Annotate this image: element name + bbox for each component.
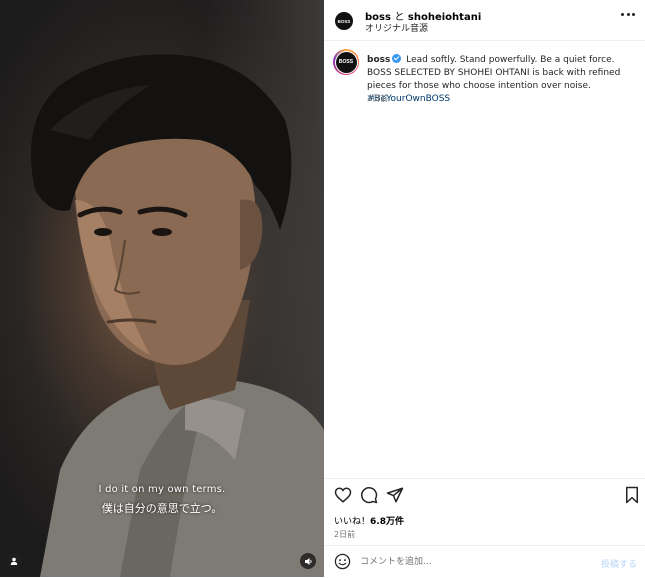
caption-avatar[interactable]: BOSS [333,49,359,75]
post-timestamp: 2日前 [334,530,356,539]
caption-avatar-logo: BOSS [335,51,357,73]
user-tag-button[interactable] [6,553,22,569]
user-tag-icon [10,557,18,565]
audio-link[interactable]: オリジナル音源 [365,21,428,34]
post-caption: boss Lead softly. Stand powerfully. Be a… [367,54,635,106]
likes-count[interactable]: いいね！6.8万件 [334,514,404,527]
actions-divider [324,478,645,479]
emoji-icon[interactable] [334,553,351,570]
more-options-icon[interactable] [621,13,635,19]
caption-username[interactable]: boss [367,55,390,65]
account-avatar[interactable]: BOSS [335,12,353,30]
comment-bar: 投稿する [324,545,645,578]
share-icon[interactable] [386,486,404,504]
post-comment-button[interactable]: 投稿する [601,557,637,570]
caption-timestamp: 2日前 [367,94,389,103]
likes-number: 6.8万件 [370,517,404,527]
comment-icon[interactable] [360,486,378,504]
post-panel: BOSS boss と shoheiohtani オリジナル音源 BOSS bo… [324,0,645,577]
post-header: BOSS boss と shoheiohtani オリジナル音源 [324,0,645,41]
bookmark-icon[interactable] [623,486,641,504]
volume-button[interactable] [300,553,316,569]
subtitle-japanese: 僕は自分の意思で立つ。 [101,502,223,515]
caption-text: Lead softly. Stand powerfully. Be a quie… [367,55,621,91]
comment-input[interactable] [360,553,580,571]
volume-icon [304,557,312,565]
heart-icon[interactable] [334,486,352,504]
likes-label: いいね！ [334,517,371,527]
verified-icon [392,54,402,63]
post-video[interactable]: I do it on my own terms. 僕は自分の意思で立つ。 [0,0,324,577]
subtitle-english: I do it on my own terms. [98,484,226,495]
